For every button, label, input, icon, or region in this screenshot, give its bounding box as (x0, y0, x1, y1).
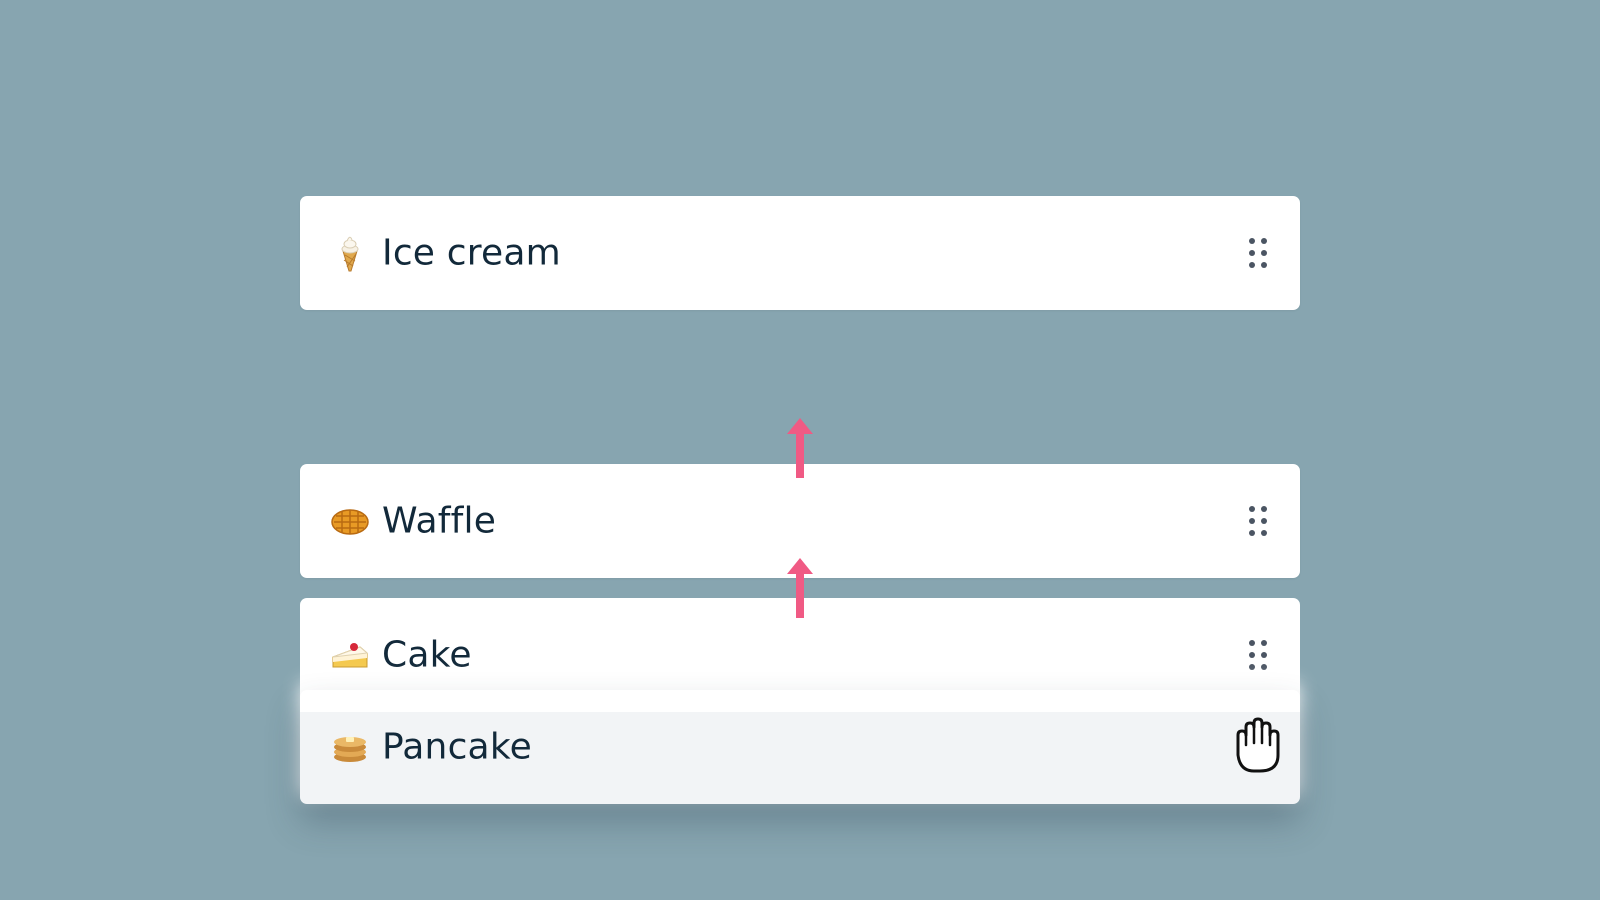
waffle-icon (331, 509, 369, 535)
drag-handle-icon[interactable] (1246, 235, 1270, 271)
arrow-up-icon (787, 418, 813, 478)
pancake-icon (334, 737, 366, 762)
ice-cream-icon (341, 236, 359, 272)
drag-handle-icon[interactable] (1246, 503, 1270, 539)
item-label: Waffle (382, 500, 497, 542)
grab-cursor-icon (1236, 717, 1280, 773)
cake-icon (332, 643, 369, 668)
list-item-dragging[interactable]: Pancake (300, 690, 1300, 804)
arrow-up-icon (787, 558, 813, 618)
item-label: Ice cream (382, 232, 561, 274)
list-item[interactable]: Ice cream (300, 196, 1300, 310)
item-label: Cake (382, 634, 472, 676)
item-label: Pancake (382, 726, 532, 768)
drag-handle-icon[interactable] (1246, 637, 1270, 673)
